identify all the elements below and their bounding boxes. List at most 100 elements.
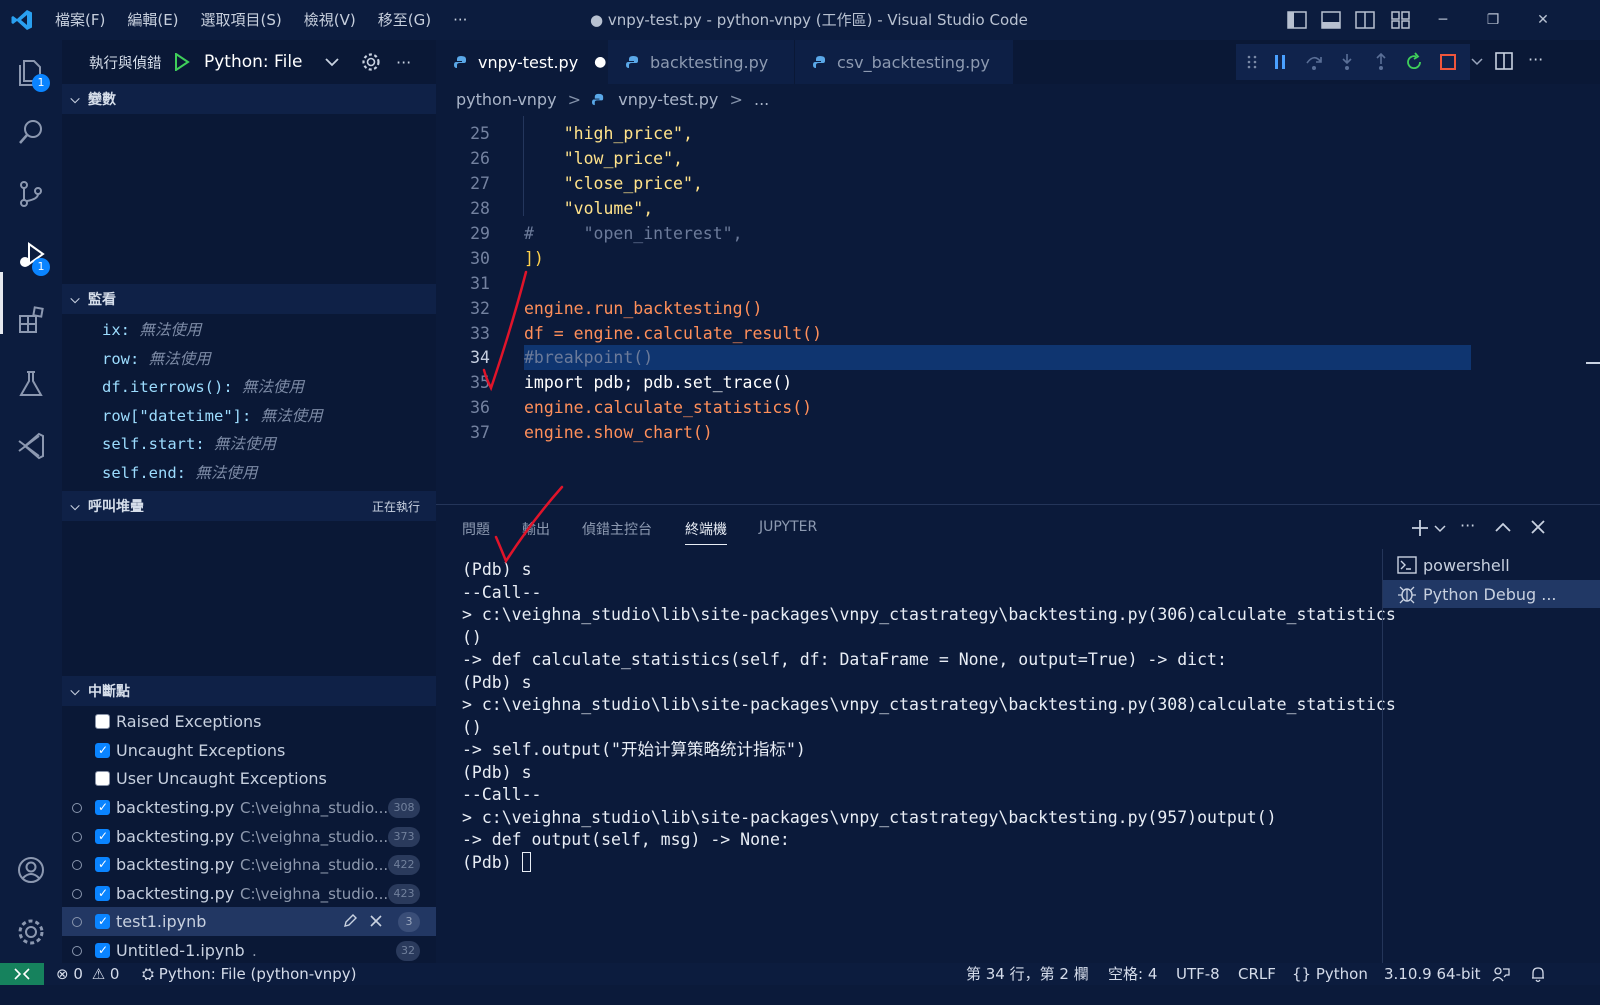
extensions-icon[interactable] <box>11 300 51 340</box>
launch-config-select[interactable]: Python: File <box>204 52 303 72</box>
code-line[interactable]: 31 <box>436 271 1600 296</box>
terminal-output[interactable]: (Pdb) s --Call-- > c:\veighna_studio\lib… <box>462 559 1396 875</box>
chevron-down-icon[interactable] <box>1471 57 1483 67</box>
code-line[interactable]: 35 import pdb; pdb.set_trace() <box>436 370 1600 395</box>
close-icon[interactable] <box>1530 519 1546 535</box>
remote-indicator-button[interactable] <box>0 963 44 985</box>
code-editor[interactable]: 25 "high_price", 26 "low_price", 27 "clo… <box>436 116 1600 504</box>
split-editor-icon[interactable] <box>1494 51 1514 71</box>
chevron-down-icon[interactable] <box>1434 524 1446 534</box>
terminal-python-debug[interactable]: Python Debug ... <box>1383 580 1600 608</box>
chevron-up-icon[interactable] <box>1494 519 1512 535</box>
exception-breakpoint-uncaught[interactable]: Uncaught Exceptions <box>62 736 436 765</box>
menu-file[interactable]: 檔案(F) <box>44 0 116 40</box>
code-line[interactable]: 27 "close_price", <box>436 171 1600 196</box>
code-line-current[interactable]: 34 #breakpoint() <box>436 345 1600 370</box>
exception-breakpoint-user-uncaught[interactable]: User Uncaught Exceptions <box>62 764 436 793</box>
code-line[interactable]: 30]) <box>436 246 1600 271</box>
exception-breakpoint-raised[interactable]: Raised Exceptions <box>62 707 436 736</box>
breadcrumb-file[interactable]: vnpy-test.py <box>618 90 718 109</box>
tab-vnpy-test[interactable]: vnpy-test.py ● <box>436 40 608 84</box>
breakpoint-checkbox[interactable] <box>95 914 110 929</box>
watch-item[interactable]: row: 無法使用 <box>102 347 211 369</box>
editor-more-button[interactable]: ··· <box>1528 50 1543 69</box>
tab-terminal[interactable]: 終端機 <box>685 519 727 545</box>
code-line[interactable]: 28 "volume", <box>436 196 1600 221</box>
breakpoint-item[interactable]: backtesting.py C:\veighna_studio... 423 <box>62 879 436 908</box>
encoding-status[interactable]: UTF-8 <box>1176 963 1220 985</box>
toggle-sidebar-icon[interactable] <box>1286 9 1308 31</box>
menu-go[interactable]: 移至(G) <box>367 0 442 40</box>
code-line[interactable]: 33 df = engine.calculate_result() <box>436 321 1600 346</box>
close-window-button[interactable]: ✕ <box>1520 0 1566 40</box>
eol-status[interactable]: CRLF <box>1238 963 1276 985</box>
menu-more-button[interactable]: ··· <box>442 0 478 40</box>
menu-view[interactable]: 檢視(V) <box>293 0 367 40</box>
toggle-panel-icon[interactable] <box>1320 9 1342 31</box>
pause-icon[interactable] <box>1272 53 1288 71</box>
breakpoints-section-header[interactable]: ⌵ 中斷點 <box>62 676 436 706</box>
tab-debug-console[interactable]: 偵錯主控台 <box>582 519 652 539</box>
customize-layout-icon[interactable] <box>1390 9 1412 31</box>
variables-section-header[interactable]: ⌵ 變數 <box>62 84 436 114</box>
code-line[interactable]: 29 # "open_interest", <box>436 221 1600 246</box>
run-debug-icon[interactable]: 1 <box>11 236 51 276</box>
user-uncaught-exceptions-checkbox[interactable] <box>95 771 110 786</box>
step-over-icon[interactable] <box>1304 53 1324 71</box>
terminal-powershell[interactable]: powershell <box>1383 551 1600 579</box>
watch-section-header[interactable]: ⌵ 監看 <box>62 284 436 314</box>
menu-edit[interactable]: 編輯(E) <box>116 0 189 40</box>
minimize-button[interactable]: ─ <box>1420 0 1466 40</box>
code-line[interactable]: 36 engine.calculate_statistics() <box>436 395 1600 420</box>
more-actions-button[interactable]: ··· <box>396 53 411 72</box>
code-line[interactable]: 26 "low_price", <box>436 146 1600 171</box>
remote-explorer-icon[interactable] <box>11 426 51 466</box>
panel-more-button[interactable]: ··· <box>1460 516 1475 535</box>
breakpoint-item[interactable]: Untitled-1.ipynb . 32 <box>62 936 436 965</box>
uncaught-exceptions-checkbox[interactable] <box>95 743 110 758</box>
tab-csv-backtesting[interactable]: csv_backtesting.py <box>795 40 1013 84</box>
language-mode-status[interactable]: {} Python <box>1292 963 1368 985</box>
breadcrumb-symbol[interactable]: ... <box>754 90 769 109</box>
breakpoint-checkbox[interactable] <box>95 857 110 872</box>
files-icon[interactable]: 1 <box>11 52 51 92</box>
drag-handle-icon[interactable] <box>1246 54 1258 70</box>
breakpoint-item-selected[interactable]: test1.ipynb 3 <box>62 907 436 936</box>
play-icon[interactable] <box>174 53 190 71</box>
maximize-button[interactable]: ❐ <box>1470 0 1516 40</box>
breakpoint-checkbox[interactable] <box>95 886 110 901</box>
watch-item[interactable]: ix: 無法使用 <box>102 318 201 340</box>
account-icon[interactable] <box>11 850 51 890</box>
breakpoint-item[interactable]: backtesting.py C:\veighna_studio... 308 <box>62 793 436 822</box>
breakpoint-checkbox[interactable] <box>95 829 110 844</box>
source-control-icon[interactable] <box>11 174 51 214</box>
code-line[interactable]: 37 engine.show_chart() <box>436 420 1600 445</box>
raised-exceptions-checkbox[interactable] <box>95 714 110 729</box>
menu-selection[interactable]: 選取項目(S) <box>190 0 293 40</box>
edit-pencil-icon[interactable] <box>342 913 358 929</box>
watch-item[interactable]: df.iterrows(): 無法使用 <box>102 375 304 397</box>
feedback-icon[interactable] <box>1492 966 1510 982</box>
settings-gear-icon[interactable] <box>11 912 51 952</box>
terminal-prompt-line[interactable]: (Pdb) <box>462 851 1382 875</box>
watch-item[interactable]: row["datetime"]: 無法使用 <box>102 404 323 426</box>
gear-icon[interactable] <box>360 51 382 73</box>
notifications-bell-icon[interactable] <box>1530 966 1546 983</box>
breakpoint-checkbox[interactable] <box>95 943 110 958</box>
search-icon[interactable] <box>11 112 51 152</box>
watch-item[interactable]: self.start: 無法使用 <box>102 432 276 454</box>
step-into-icon[interactable] <box>1338 53 1356 71</box>
problems-status[interactable]: ⊗ 0 ⚠ 0 <box>56 963 119 985</box>
breakpoint-item[interactable]: backtesting.py C:\veighna_studio... 373 <box>62 822 436 851</box>
tab-problems[interactable]: 問題 <box>462 519 490 539</box>
breadcrumb-folder[interactable]: python-vnpy <box>456 90 557 109</box>
breakpoint-checkbox[interactable] <box>95 800 110 815</box>
stop-icon[interactable] <box>1439 53 1457 71</box>
watch-item[interactable]: self.end: 無法使用 <box>102 461 257 483</box>
testing-icon[interactable] <box>11 364 51 404</box>
cursor-position-status[interactable]: 第 34 行，第 2 欄 <box>966 963 1089 985</box>
unsaved-dot-icon[interactable]: ● <box>594 54 606 70</box>
restart-icon[interactable] <box>1404 52 1424 72</box>
remove-breakpoint-icon[interactable] <box>369 914 383 928</box>
code-line[interactable]: 32 engine.run_backtesting() <box>436 296 1600 321</box>
